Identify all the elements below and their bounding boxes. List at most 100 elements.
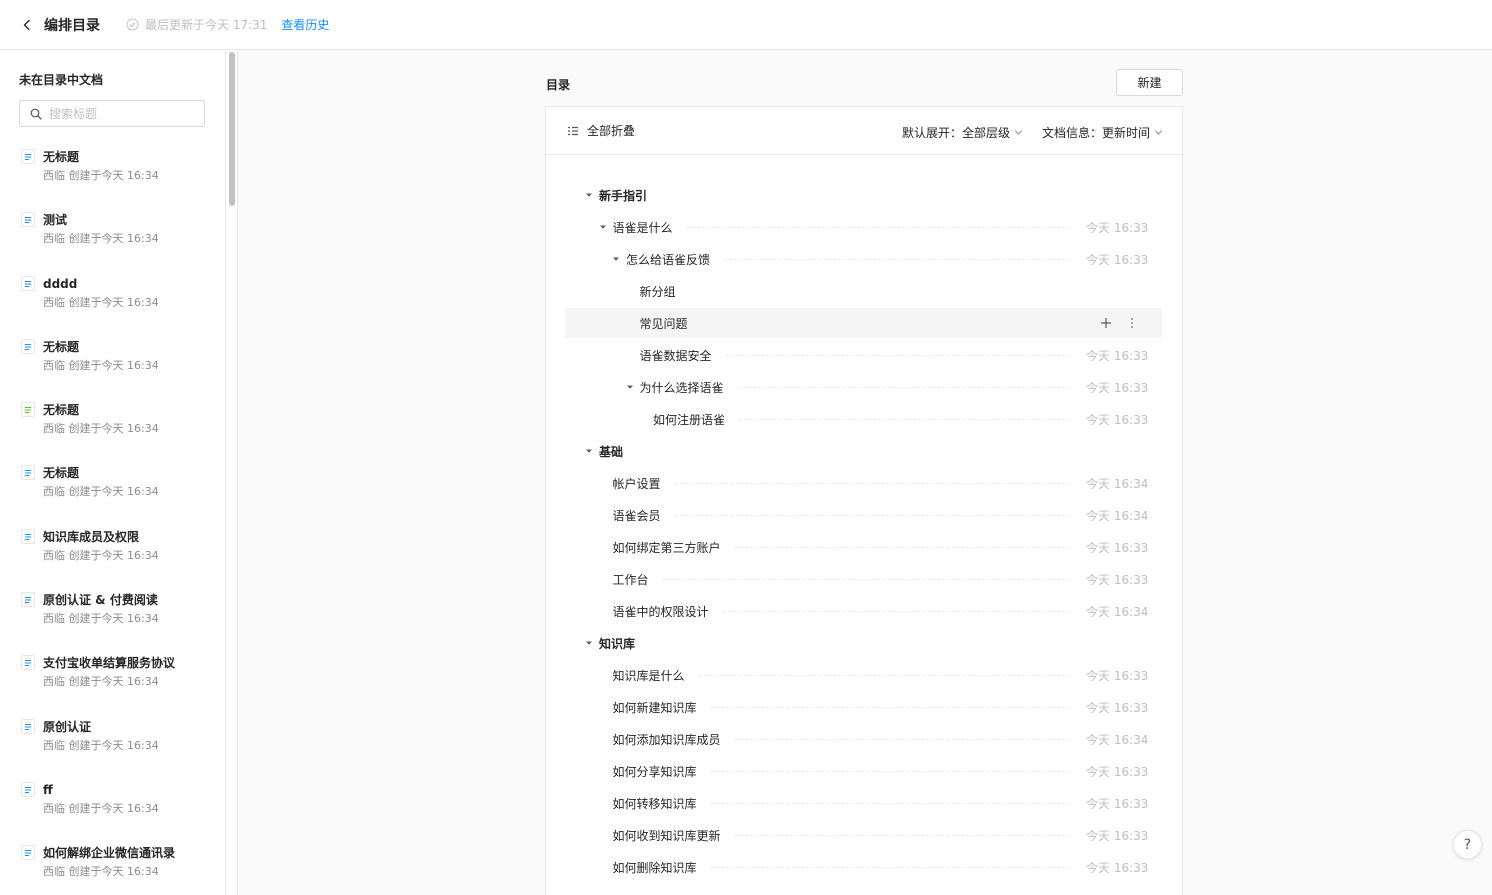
toc-node-label: 怎么给语雀反馈 xyxy=(626,252,711,267)
doc-meta: 西临 创建于今天 16:34 xyxy=(43,738,159,752)
toc-node[interactable]: 如何收到知识库更新 今天 16:33 xyxy=(565,820,1162,850)
doc-list-item[interactable]: 无标题西临 创建于今天 16:34 xyxy=(0,399,225,462)
toc-node-time: 今天 16:34 xyxy=(1086,508,1149,523)
add-child-button[interactable] xyxy=(1098,315,1114,331)
toc-node-time: 今天 16:33 xyxy=(1086,252,1149,267)
doc-list-item[interactable]: ff 西临 创建于今天 16:34 xyxy=(0,779,225,842)
toc-node[interactable]: 语雀会员 今天 16:34 xyxy=(565,500,1162,530)
toc-node-time: 今天 16:33 xyxy=(1086,412,1149,427)
toc-node-label: 为什么选择语雀 xyxy=(639,380,724,395)
toc-node[interactable]: 语雀中的权限设计 今天 16:34 xyxy=(565,596,1162,626)
leader-line xyxy=(724,258,1070,260)
doc-title: 测试 xyxy=(43,213,68,228)
doc-meta: 西临 创建于今天 16:34 xyxy=(43,422,159,436)
toc-node[interactable]: 常见问题 xyxy=(565,308,1162,338)
doc-meta: 西临 创建于今天 16:34 xyxy=(43,169,159,182)
toc-node[interactable]: 如何新建知识库 今天 16:33 xyxy=(565,692,1162,722)
chevron-down-icon xyxy=(1155,130,1163,135)
doc-meta: 西临 创建于今天 16:34 xyxy=(43,548,159,562)
doc-list-item[interactable]: 支付宝收单结算服务协议 西临 创建于今天 16:34 xyxy=(0,652,225,715)
toc-node-label: 语雀中的权限设计 xyxy=(612,604,709,619)
doc-meta: 西临 创建于今天 16:34 xyxy=(43,295,159,309)
toc-node-label: 语雀是什么 xyxy=(612,220,673,235)
toc-node[interactable]: 语雀是什么 今天 16:33 xyxy=(565,212,1162,242)
toc-node[interactable]: 新分组 xyxy=(565,276,1162,306)
doc-list-item[interactable]: 如何解绑企业微信通讯录 西临 创建于今天 16:34 xyxy=(0,842,225,895)
leader-line xyxy=(739,418,1070,420)
toc-node-time: 今天 16:33 xyxy=(1086,380,1149,395)
doc-list-item[interactable]: dddd 西临 创建于今天 16:34 xyxy=(0,273,225,336)
doc-title: 无标题 xyxy=(43,339,80,354)
search-icon xyxy=(30,108,42,120)
doc-icon xyxy=(21,845,35,861)
leader-line xyxy=(737,386,1070,388)
toc-node[interactable]: 新手指引 xyxy=(565,180,1162,210)
doc-list-item[interactable]: 知识库成员及权限西临 创建于今天 16:34 xyxy=(0,526,225,589)
doc-meta: 西临 创建于今天 16:34 xyxy=(43,612,159,626)
toc-node[interactable]: 基础 xyxy=(565,436,1162,466)
doc-list-item[interactable]: 无标题 西临 创建于今天 16:34 xyxy=(0,336,225,399)
toc-node-label: 新手指引 xyxy=(599,188,648,203)
toc-node[interactable]: 如何删除知识库 今天 16:33 xyxy=(565,852,1162,882)
doc-icon xyxy=(21,655,35,671)
new-button[interactable]: 新建 xyxy=(1116,69,1183,96)
doc-title: 无标题 xyxy=(43,403,80,418)
search-input[interactable] xyxy=(49,106,199,121)
caret-down-icon[interactable] xyxy=(585,191,593,199)
toc-node-label: 新分组 xyxy=(639,284,676,299)
caret-down-icon[interactable] xyxy=(599,223,607,231)
leader-line xyxy=(698,674,1070,676)
back-button[interactable] xyxy=(18,16,36,34)
toc-node[interactable]: 知识库是什么 今天 16:33 xyxy=(565,660,1162,690)
toc-node-label: 如何绑定第三方账户 xyxy=(612,540,721,555)
leader-line xyxy=(734,738,1070,740)
doc-list-item[interactable]: 原创认证 & 付费阅读 西临 创建于今天 16:34 xyxy=(0,589,225,652)
toc-node[interactable]: 为什么选择语雀 今天 16:33 xyxy=(565,372,1162,402)
view-history-link[interactable]: 查看历史 xyxy=(281,16,329,33)
caret-down-icon[interactable] xyxy=(612,255,620,263)
toc-node-label: 知识库是什么 xyxy=(612,668,685,683)
doc-title: 原创认证 & 付费阅读 xyxy=(43,593,158,608)
more-button[interactable] xyxy=(1124,315,1140,331)
toc-node-label: 如何添加知识库成员 xyxy=(612,732,721,747)
leader-line xyxy=(710,706,1070,708)
doc-icon xyxy=(21,338,35,354)
toc-node[interactable]: 怎么给语雀反馈 今天 16:33 xyxy=(565,244,1162,274)
doc-list-item[interactable]: 测试 西临 创建于今天 16:34 xyxy=(0,209,225,272)
toc-toolbar: 全部折叠 默认展开：全部层级 文档信息：更新时间 xyxy=(546,107,1182,155)
toc-node-time: 今天 16:33 xyxy=(1086,220,1149,235)
doc-meta: 西临 创建于今天 16:34 xyxy=(43,485,159,499)
toc-node[interactable]: 如何注册语雀 今天 16:33 xyxy=(565,404,1162,434)
toc-node[interactable]: 帐户设置 今天 16:34 xyxy=(565,468,1162,498)
caret-down-icon[interactable] xyxy=(585,447,593,455)
collapse-all-button[interactable]: 全部折叠 xyxy=(567,122,635,139)
default-expand-dropdown[interactable]: 默认展开：全部层级 xyxy=(902,124,1023,141)
doc-meta: 西临 创建于今天 16:34 xyxy=(43,675,159,689)
toc-node[interactable]: 工作台 今天 16:33 xyxy=(565,564,1162,594)
sidebar-title: 未在目录中文档 xyxy=(19,73,104,87)
doc-list-item[interactable]: 无标题 西临 创建于今天 16:34 xyxy=(0,146,225,209)
help-button[interactable]: ? xyxy=(1453,830,1482,859)
toc-node[interactable]: 语雀数据安全 今天 16:33 xyxy=(565,340,1162,370)
toc-node[interactable]: 如何分享知识库 今天 16:33 xyxy=(565,756,1162,786)
doc-list-item[interactable]: 原创认证 西临 创建于今天 16:34 xyxy=(0,716,225,779)
sidebar-scrollbar[interactable] xyxy=(226,50,238,895)
toc-node[interactable]: 知识库 xyxy=(565,628,1162,658)
scrollbar-thumb[interactable] xyxy=(229,52,235,206)
toc-node[interactable]: 如何转移知识库 今天 16:33 xyxy=(565,788,1162,818)
toc-node-label: 常见问题 xyxy=(639,316,688,331)
caret-down-icon[interactable] xyxy=(626,383,634,391)
more-vertical-icon xyxy=(1131,318,1133,328)
doc-icon xyxy=(21,718,35,734)
doc-title: 知识库成员及权限 xyxy=(43,529,140,544)
doc-title: 如何解绑企业微信通讯录 xyxy=(43,846,176,861)
toc-node[interactable]: 如何添加知识库成员 今天 16:34 xyxy=(565,724,1162,754)
toc-node[interactable]: 如何绑定第三方账户 今天 16:33 xyxy=(565,532,1162,562)
doc-info-dropdown[interactable]: 文档信息：更新时间 xyxy=(1042,124,1163,141)
doc-list-item[interactable]: 无标题 西临 创建于今天 16:34 xyxy=(0,462,225,525)
leader-line xyxy=(674,514,1070,516)
search-box xyxy=(19,100,205,127)
default-expand-label: 默认展开：全部层级 xyxy=(902,126,1011,140)
caret-down-icon[interactable] xyxy=(585,639,593,647)
leader-line xyxy=(734,546,1070,548)
